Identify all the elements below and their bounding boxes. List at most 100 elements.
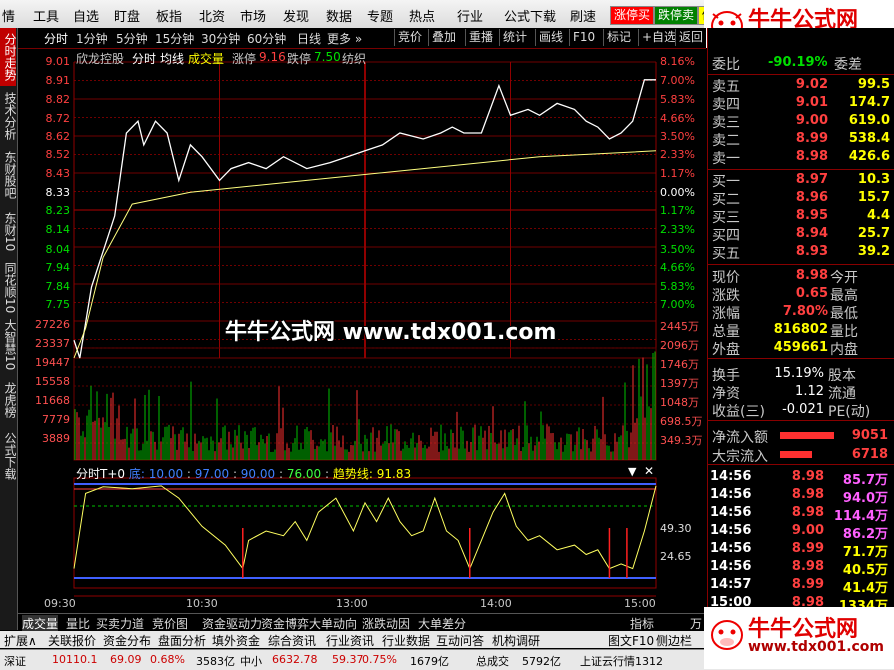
- menu-item-8[interactable]: 数据: [326, 6, 352, 25]
- menu-item-5[interactable]: 北资: [199, 6, 225, 25]
- menu-item-12[interactable]: 公式下载: [504, 6, 556, 25]
- tick-price-4: 8.99: [791, 541, 824, 556]
- menu-item-10[interactable]: 热点: [409, 6, 435, 25]
- left-tab-2[interactable]: 东财股吧: [0, 146, 17, 204]
- menu-tag-0[interactable]: 涨停买: [610, 6, 655, 25]
- left-tab-3[interactable]: 东财10: [0, 206, 17, 258]
- indicator-header: 分时T+0 底: 10.00 : 97.00 : 90.00 : 76.00 :…: [76, 467, 412, 481]
- indicator-name: 分时T+0: [76, 467, 126, 481]
- period-5[interactable]: 60分钟: [247, 30, 286, 47]
- tick-time-4: 14:56: [710, 541, 752, 556]
- bid-label-1: 买二: [712, 192, 740, 208]
- toolbar-0[interactable]: 竞价: [394, 29, 422, 46]
- left-tab-6[interactable]: 龙虎榜: [0, 373, 17, 426]
- period-3[interactable]: 15分钟: [155, 30, 194, 47]
- toolbar-3[interactable]: 统计: [499, 29, 527, 46]
- tick-time-5: 14:56: [710, 559, 752, 574]
- left-tab-5[interactable]: 大智慧10: [0, 318, 17, 371]
- indicator-tab-5[interactable]: 资金博弈: [261, 615, 309, 632]
- info-tab-6[interactable]: 行业资讯: [326, 632, 374, 649]
- ask-label-0: 卖五: [712, 79, 740, 95]
- tick-price-0: 8.98: [791, 469, 824, 484]
- period-6[interactable]: 日线: [297, 30, 321, 47]
- info-tab-9[interactable]: 机构调研: [492, 632, 540, 649]
- indicator-tab-7[interactable]: 涨跌动因: [362, 615, 410, 632]
- menu-item-6[interactable]: 市场: [240, 6, 266, 25]
- bid-price-3: 8.94: [795, 226, 828, 241]
- left-tab-4[interactable]: 同花顺10: [0, 260, 17, 316]
- menu-item-0[interactable]: 情: [2, 6, 15, 25]
- indicator-menu-button[interactable]: 指标: [630, 615, 654, 632]
- f10-button[interactable]: 图文F10: [608, 632, 654, 649]
- bid-price-1: 8.96: [795, 190, 828, 205]
- toolbar-5[interactable]: F10: [569, 29, 595, 46]
- info-tab-8[interactable]: 互动问答: [436, 632, 484, 649]
- stat-label-0: 现价: [712, 270, 740, 286]
- price-tick-2: 8.82: [45, 93, 71, 106]
- menu-item-7[interactable]: 发现: [283, 6, 309, 25]
- info-tab-4[interactable]: 填外资金: [212, 632, 260, 649]
- period-4[interactable]: 30分钟: [201, 30, 240, 47]
- ind-tick-1: 24.65: [660, 550, 692, 563]
- indicator-tab-1[interactable]: 量比: [66, 615, 90, 632]
- indicator-dropdown-icon[interactable]: ▼: [628, 465, 636, 478]
- unit-label[interactable]: 万: [690, 615, 702, 632]
- indicator-tab-3[interactable]: 竞价图: [152, 615, 188, 632]
- menu-item-1[interactable]: 工具: [33, 6, 59, 25]
- toolbar-2[interactable]: 重播: [465, 29, 493, 46]
- pct-tick-6: 1.17%: [660, 167, 695, 180]
- avg-label: 均线: [160, 52, 185, 66]
- menu-item-3[interactable]: 盯盘: [114, 6, 140, 25]
- stat-label-3: 总量: [712, 324, 740, 340]
- pct-tick-10: 3.50%: [660, 243, 695, 256]
- info-tab-5[interactable]: 综合资讯: [268, 632, 316, 649]
- indicator-tab-8[interactable]: 大单差分: [418, 615, 466, 632]
- status-11: 5792亿: [522, 655, 561, 668]
- sidebar-button[interactable]: 侧边栏: [656, 632, 692, 649]
- weicha-label: 委差: [834, 57, 862, 73]
- toolbar-1[interactable]: 叠加: [428, 29, 456, 46]
- indicator-tab-6[interactable]: 大单动向: [309, 615, 357, 632]
- period-7[interactable]: 更多 »: [327, 30, 362, 47]
- period-toolbar: 分时 1分钟 5分钟 15分钟 30分钟 60分钟 日线 更多 » 竞价 叠加 重播 统计 画线 F10 标…: [18, 28, 706, 49]
- period-2[interactable]: 5分钟: [116, 30, 148, 47]
- menu-item-11[interactable]: 行业: [457, 6, 483, 25]
- toolbar-6[interactable]: 标记: [603, 29, 631, 46]
- period-0[interactable]: 分时: [44, 30, 68, 47]
- toolbar-8[interactable]: 返回: [675, 29, 703, 46]
- left-tab-7[interactable]: 公式下载: [0, 428, 17, 484]
- info-tab-2[interactable]: 资金分布: [103, 632, 151, 649]
- menu-item-9[interactable]: 专题: [367, 6, 393, 25]
- toolbar-4[interactable]: 画线: [535, 29, 563, 46]
- indicator-tab-4[interactable]: 资金驱动力: [202, 615, 262, 632]
- stat2-label2-1: 流通: [828, 386, 856, 402]
- menu-item-13[interactable]: 刷速: [570, 6, 596, 25]
- stat-label-1: 涨跌: [712, 288, 740, 304]
- info-tab-1[interactable]: 关联报价: [48, 632, 96, 649]
- indicator-v2: 97.00: [194, 467, 230, 481]
- menu-tag-1[interactable]: 跌停卖: [654, 6, 699, 25]
- pct-tick-12: 5.83%: [660, 280, 695, 293]
- info-tab-7[interactable]: 行业数据: [382, 632, 430, 649]
- price-tick-0: 9.01: [45, 55, 71, 68]
- left-tab-1[interactable]: 技术分析: [0, 88, 17, 144]
- logo-url-bottom: www.tdx001.com: [748, 639, 885, 655]
- indicator-close-icon[interactable]: ✕: [644, 464, 654, 478]
- price-tick-12: 7.84: [45, 280, 71, 293]
- indicator-tab-0[interactable]: 成交量: [22, 615, 59, 632]
- status-3: 0.68%: [150, 653, 185, 666]
- menu-item-4[interactable]: 板指: [156, 6, 182, 25]
- menu-item-2[interactable]: 自选: [73, 6, 99, 25]
- info-tab-3[interactable]: 盘面分析: [158, 632, 206, 649]
- indicator-tab-2[interactable]: 买卖力道: [96, 615, 144, 632]
- tick-vol-0: 85.7万: [842, 473, 888, 488]
- left-tab-0[interactable]: 分时走势: [0, 28, 17, 86]
- tick-vol-3: 86.2万: [842, 527, 888, 542]
- bid-label-0: 买一: [712, 174, 740, 190]
- tick-vol-2: 114.4万: [833, 509, 888, 524]
- cow-logo-icon: [711, 620, 743, 650]
- toolbar-7[interactable]: +自选: [638, 29, 676, 46]
- period-1[interactable]: 1分钟: [76, 30, 108, 47]
- indicator-trend-label: 趋势线:: [332, 467, 373, 481]
- info-tab-0[interactable]: 扩展∧: [4, 632, 37, 649]
